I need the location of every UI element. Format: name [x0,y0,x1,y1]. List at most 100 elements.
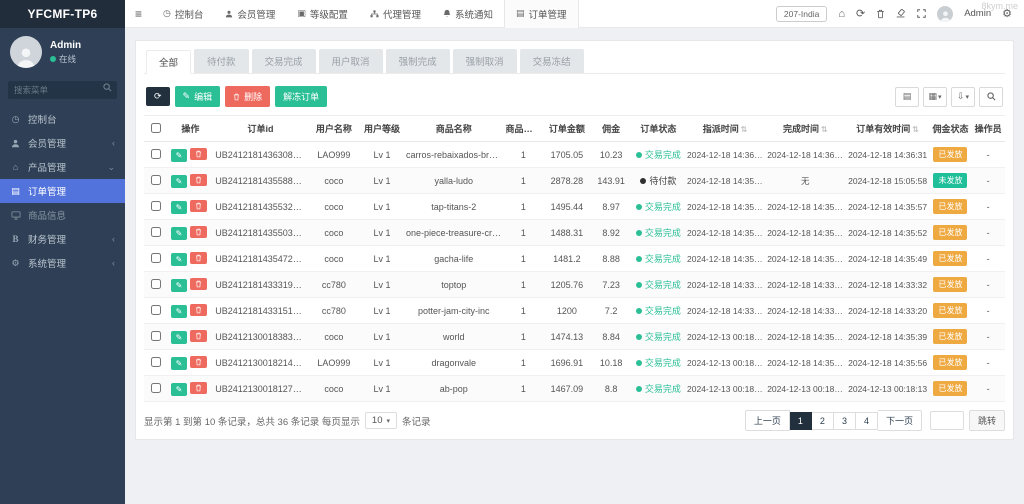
row-checkbox[interactable] [150,304,161,315]
sidebar-item-system[interactable]: ⚙ 系统管理 ‹ [0,251,125,275]
row-delete-button[interactable] [190,225,208,238]
col-assign-time[interactable]: 指派时间 ⇅ [685,115,766,142]
page-size-select[interactable]: 10 ▾ [364,412,397,429]
col-commission: 佣金 [590,115,632,142]
tab-all[interactable]: 全部 [146,50,192,74]
order-status: 交易完成 [631,141,686,168]
jump-page-input[interactable] [929,411,964,430]
row-delete-button[interactable] [190,329,208,342]
row-checkbox[interactable] [150,330,161,341]
sitemap-icon [370,9,379,18]
prev-page-button[interactable]: 上一页 [744,410,790,431]
sidebar-item-orders[interactable]: ▤ 订单管理 [0,179,125,203]
sidebar-item-dashboard[interactable]: ◷ 控制台 [0,107,125,131]
row-checkbox[interactable] [150,278,161,289]
search-toggle-button[interactable] [979,86,1003,107]
row-delete-button[interactable] [190,277,208,290]
tab-frozen[interactable]: 交易冻结 [519,49,584,73]
select-all-checkbox[interactable] [150,122,161,133]
valid-time: 2024-12-18 14:35:52 [845,219,930,246]
page-button-3[interactable]: 3 [833,411,856,430]
refresh-icon[interactable]: ⟳ [856,7,865,20]
row-edit-button[interactable]: ✎ [170,330,188,344]
row-edit-button[interactable]: ✎ [170,278,188,292]
order-amount: 1205.76 [543,271,591,298]
delete-button[interactable]: 删除 [225,86,271,107]
row-checkbox[interactable] [150,174,161,185]
home-icon[interactable]: ⌂ [838,8,845,20]
row-delete-button[interactable] [190,381,208,394]
tab-completed[interactable]: 交易完成 [251,49,316,73]
sidebar-item-members[interactable]: 会员管理 ‹ [0,131,125,155]
edit-button[interactable]: ✎ 编辑 [174,86,221,107]
assign-time: 2024-12-18 14:33:31 [685,271,766,298]
tab-pending-payment[interactable]: 待付款 [194,49,249,73]
tab-force-completed[interactable]: 强制完成 [385,49,450,73]
status-dot-icon [640,178,647,184]
row-edit-button[interactable]: ✎ [170,226,188,240]
row-edit-button[interactable]: ✎ [170,200,188,214]
sidebar-item-products[interactable]: ⌂ 产品管理 ⌄ [0,155,125,179]
col-valid-time[interactable]: 订单有效时间 ⇅ [845,115,930,142]
commission: 8.88 [590,245,632,272]
row-delete-button[interactable] [190,147,208,160]
trash-icon[interactable] [876,9,885,19]
region-selector[interactable]: 207-India [775,5,828,22]
page-button-1[interactable]: 1 [789,411,812,430]
sidebar-item-product-info[interactable]: 商品信息 [0,203,125,227]
quantity: 1 [503,141,544,168]
page-button-2[interactable]: 2 [811,411,834,430]
col-user-name: 用户名称 [307,115,361,142]
tab-user-cancelled[interactable]: 用户取消 [318,49,383,73]
tab-force-cancelled[interactable]: 强制取消 [452,49,517,73]
toggle-view-button[interactable]: ▤ [895,86,919,107]
row-delete-button[interactable] [190,355,208,368]
menu-search-input[interactable] [8,81,117,99]
table-header-row: 操作 订单id 用户名称 用户等级 商品名称 商品数量 订单金额 佣金 订单状态… [144,115,1005,142]
order-status: 交易完成 [631,375,686,402]
row-delete-button[interactable] [190,173,208,186]
row-checkbox[interactable] [150,148,161,159]
clear-cache-icon[interactable] [896,9,906,18]
row-checkbox[interactable] [150,200,161,211]
nav-item-dashboard[interactable]: ◷ 控制台 [152,0,214,28]
row-edit-button[interactable]: ✎ [170,356,188,370]
valid-time: 2024-12-18 14:35:49 [845,245,930,272]
row-edit-button[interactable]: ✎ [170,252,188,266]
row-delete-button[interactable] [190,303,208,316]
avatar[interactable] [937,5,954,22]
export-button[interactable]: ⇩ ▾ [951,86,975,107]
row-checkbox[interactable] [150,382,161,393]
next-page-button[interactable]: 下一页 [877,410,922,431]
nav-item-agents[interactable]: 代理管理 [359,0,432,28]
nav-item-orders[interactable]: ▤ 订单管理 [503,0,579,28]
row-delete-button[interactable] [190,251,208,264]
columns-button[interactable]: ▦ ▾ [923,86,947,107]
nav-item-notifications[interactable]: 系统通知 [432,0,504,28]
order-status: 交易完成 [631,271,686,298]
order-status: 待付款 [631,167,686,194]
refresh-button[interactable]: ⟳ [146,87,170,106]
row-delete-button[interactable] [190,199,208,212]
unfreeze-orders-button[interactable]: 解冻订单 [275,86,328,107]
col-complete-time[interactable]: 完成时间 ⇅ [765,115,846,142]
nav-item-levels[interactable]: ▣ 等级配置 [286,0,359,28]
sidebar-item-finance[interactable]: B 财务管理 ‹ [0,227,125,251]
jump-button[interactable]: 跳转 [968,410,1005,431]
user-name: coco [307,167,361,194]
hamburger-icon[interactable]: ≡ [125,7,152,21]
row-checkbox[interactable] [150,226,161,237]
row-checkbox[interactable] [150,356,161,367]
order-id: UB2412181435472180 [213,245,308,272]
row-edit-button[interactable]: ✎ [170,148,188,162]
row-edit-button[interactable]: ✎ [170,304,188,318]
nav-item-members[interactable]: 会员管理 [214,0,286,28]
page-button-4[interactable]: 4 [855,411,878,430]
row-checkbox[interactable] [150,252,161,263]
complete-time: 2024-12-18 14:33:20 [765,297,846,324]
fullscreen-icon[interactable] [917,9,926,18]
assign-time: 2024-12-18 14:35:47 [685,245,766,272]
row-edit-button[interactable]: ✎ [170,382,188,396]
row-edit-button[interactable]: ✎ [170,174,188,188]
quantity: 1 [503,349,544,376]
